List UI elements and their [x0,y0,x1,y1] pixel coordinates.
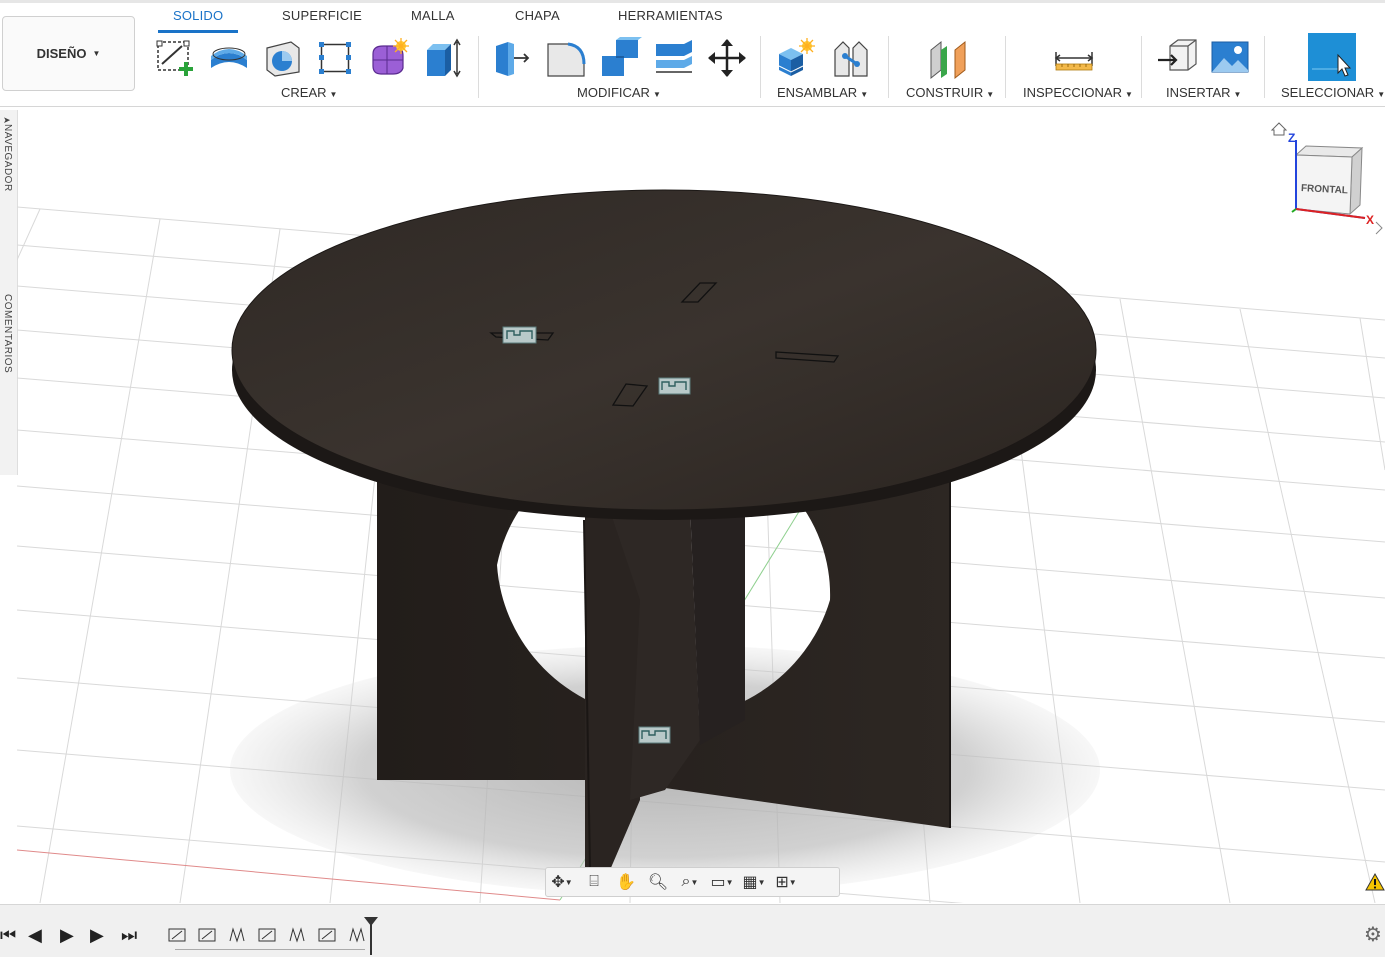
group-ensamblar[interactable]: ENSAMBLAR ▼ [777,85,868,100]
home-icon[interactable] [1270,122,1288,136]
tab-solido[interactable]: SOLIDO [173,8,223,30]
group-seleccionar-label: SELECCIONAR [1281,85,1375,100]
skip-end-icon[interactable]: ⏭ [121,925,137,945]
press-pull-icon[interactable] [490,36,534,80]
step-back-icon[interactable]: ◀ [28,925,42,945]
box-primitive-icon[interactable] [421,36,465,80]
joint-marker-icon[interactable] [658,377,691,395]
grid-icon[interactable]: ▦ ▼ [738,868,770,896]
toolbar-separator [1005,36,1006,98]
revolve-icon[interactable] [261,36,305,80]
joint-icon[interactable] [829,36,873,80]
display-settings-icon[interactable]: ▭ ▼ [706,868,738,896]
timeline-marker-handle[interactable] [364,917,378,926]
group-inspeccionar-label: INSPECCIONAR [1023,85,1122,100]
new-component-icon[interactable] [775,36,819,80]
tab-superficie[interactable]: SUPERFICIE [282,8,362,30]
viewports-icon[interactable]: ⊞ ▼ [770,868,802,896]
chevron-down-icon: ▼ [860,90,869,99]
extrude-icon[interactable] [207,36,251,80]
joint-feature-icon[interactable] [287,925,307,945]
chevron-right-icon[interactable] [1375,221,1383,235]
chevron-down-icon: ▼ [329,90,338,99]
play-icon[interactable]: ▶ [60,925,74,945]
tab-herramientas[interactable]: HERRAMIENTAS [618,8,723,30]
chevron-down-icon: ▼ [1233,90,1242,99]
workspace-dropdown[interactable]: DISEÑO ▼ [2,16,135,91]
warning-icon[interactable] [1365,872,1385,892]
toolbar-separator [760,36,761,98]
navigator-tab[interactable]: NAVEGADOR [2,124,13,192]
group-crear-label: CREAR [281,85,327,100]
comments-label: COMENTARIOS [2,294,13,374]
table-top[interactable] [231,189,1097,520]
tab-chapa[interactable]: CHAPA [515,8,560,30]
group-insertar[interactable]: INSERTAR ▼ [1166,85,1241,100]
axis-x-label: X [1366,213,1374,227]
shell-icon[interactable] [652,36,696,80]
group-modificar-label: MODIFICAR [577,85,650,100]
toolbar-separator [1141,36,1142,98]
viewcube[interactable]: Z X FRONTAL [1270,122,1383,235]
timeline-track [175,949,365,950]
navigation-bar: ✥ ▼ ⌸ ✋ 🔍︎ ⌕ ▼ ▭ ▼ ▦ ▼ ⊞ ▼ [545,867,840,897]
group-construir-label: CONSTRUIR [906,85,984,100]
expand-arrow-icon[interactable]: ➤ [3,115,11,126]
toolbar: DISEÑO ▼ SOLIDO SUPERFICIE MALLA CHAPA H… [0,0,1385,107]
joint-feature-icon[interactable] [317,925,337,945]
orbit-icon[interactable]: ✥ ▼ [546,868,578,896]
chevron-down-icon: ▼ [986,90,995,99]
navigator-label: NAVEGADOR [2,124,13,192]
group-ensamblar-label: ENSAMBLAR [777,85,858,100]
active-tab-indicator [158,30,238,33]
combine-icon[interactable] [598,36,642,80]
group-crear[interactable]: CREAR ▼ [281,85,337,100]
joint-marker-icon[interactable] [502,326,537,344]
toolbar-top-line [0,0,1385,3]
pan-icon[interactable]: ✋ [610,868,642,896]
group-inspeccionar[interactable]: INSPECCIONAR ▼ [1023,85,1133,100]
look-at-icon[interactable]: ⌸ [578,868,610,896]
joint-marker-icon[interactable] [638,726,671,744]
joint-feature-icon[interactable] [347,925,367,945]
group-seleccionar[interactable]: SELECCIONAR ▼ [1281,85,1385,100]
insert-derive-icon[interactable] [1156,36,1200,80]
canvas-viewport[interactable]: Z X FRONTAL [17,107,1385,903]
measure-icon[interactable] [1052,36,1096,80]
zoom-icon[interactable]: 🔍︎ [642,868,674,896]
fillet-icon[interactable] [544,36,588,80]
chevron-down-icon: ▼ [92,49,101,58]
joint-feature-icon[interactable] [167,925,187,945]
comments-tab[interactable]: COMENTARIOS [2,294,13,373]
chevron-down-icon: ▼ [652,90,661,99]
toolbar-separator [478,36,479,98]
toolbar-separator [1264,36,1265,98]
box-edges-icon[interactable] [313,36,357,80]
group-modificar[interactable]: MODIFICAR ▼ [577,85,661,100]
timeline: ⏮ ◀ ▶ ▶ ⏭ ⚙ [0,904,1385,957]
toolbar-separator [888,36,889,98]
chevron-down-icon: ▼ [1377,90,1385,99]
zoom-window-icon[interactable]: ⌕ ▼ [674,868,706,896]
create-sketch-icon[interactable] [154,36,198,80]
chevron-down-icon: ▼ [1124,90,1133,99]
tab-malla[interactable]: MALLA [411,8,455,30]
joint-feature-icon[interactable] [197,925,217,945]
move-icon[interactable] [705,36,749,80]
select-icon[interactable] [1308,33,1356,81]
axis-z-label: Z [1288,131,1295,145]
joint-feature-icon[interactable] [227,925,247,945]
form-icon[interactable] [367,36,411,80]
step-forward-icon[interactable]: ▶ [90,925,104,945]
joint-feature-icon[interactable] [257,925,277,945]
workspace-label: DISEÑO [36,46,87,61]
skip-start-icon[interactable]: ⏮ [0,925,16,945]
side-panel: NAVEGADOR COMENTARIOS [0,110,18,475]
offset-plane-icon[interactable] [925,36,969,80]
insert-canvas-icon[interactable] [1208,36,1252,80]
group-insertar-label: INSERTAR [1166,85,1231,100]
gear-icon[interactable]: ⚙ [1364,922,1382,947]
group-construir[interactable]: CONSTRUIR ▼ [906,85,994,100]
